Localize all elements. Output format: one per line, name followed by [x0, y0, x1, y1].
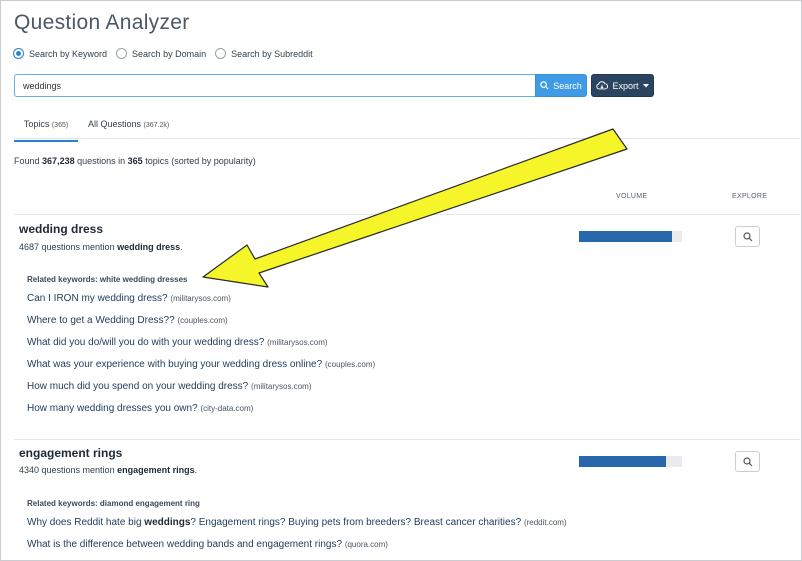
topic-name[interactable]: wedding dress: [19, 222, 103, 236]
question-list: Can I IRON my wedding dress? (militaryso…: [27, 292, 375, 424]
results-summary: Found 367,238 questions in 365 topics (s…: [14, 156, 256, 166]
radio-label: Search by Domain: [132, 48, 207, 59]
topic-mention: 4687 questions mention wedding dress.: [19, 242, 183, 252]
question-item[interactable]: How much did you spend on your wedding d…: [27, 380, 375, 402]
export-button[interactable]: Export: [591, 74, 654, 97]
question-item[interactable]: What did you do/will you do with your we…: [27, 336, 375, 358]
question-item[interactable]: What is the difference between wedding b…: [27, 538, 567, 560]
tab-count: (365): [51, 122, 69, 129]
related-keywords: Related keywords: diamond engagement rin…: [27, 499, 200, 508]
volume-bar: [579, 231, 682, 242]
search-button-label: Search: [553, 80, 582, 91]
export-button-label: Export: [612, 80, 639, 91]
column-header-volume: VOLUME: [616, 193, 648, 200]
search-icon: [540, 81, 549, 90]
question-domain: (militarysos.com): [251, 382, 312, 391]
caret-down-icon: [642, 83, 649, 88]
topic-name[interactable]: engagement rings: [19, 446, 122, 460]
search-button[interactable]: Search: [535, 74, 587, 97]
volume-bar-fill: [579, 231, 672, 242]
explore-button[interactable]: [735, 226, 760, 247]
page-title: Question Analyzer: [14, 11, 190, 34]
topic-count: 365: [127, 156, 143, 166]
question-domain: (reddit.com): [523, 518, 567, 527]
topic-mention: 4340 questions mention engagement rings.: [19, 465, 198, 475]
radio-search-by-subreddit[interactable]: Search by Subreddit: [215, 48, 313, 59]
question-domain: (couples.com): [324, 360, 376, 369]
result-tabs: Topics (365) All Questions (367.2k): [14, 113, 800, 142]
volume-bar: [579, 456, 682, 467]
search-icon: [742, 456, 753, 467]
search-input[interactable]: [14, 74, 535, 97]
question-domain: (militarysos.com): [267, 338, 328, 347]
tab-label: All Questions: [88, 119, 142, 129]
app-window: Question Analyzer Search by Keyword Sear…: [0, 0, 802, 561]
divider: [14, 214, 800, 215]
explore-button[interactable]: [735, 451, 760, 472]
question-count: 367,238: [42, 156, 75, 166]
question-item[interactable]: Why does Reddit hate big weddings? Engag…: [27, 516, 567, 538]
radio-checked-icon: [13, 48, 24, 59]
radio-unchecked-icon: [116, 48, 128, 59]
radio-search-by-domain[interactable]: Search by Domain: [116, 48, 206, 59]
related-keywords: Related keywords: white wedding dresses: [27, 275, 188, 284]
question-item[interactable]: Can I IRON my wedding dress? (militaryso…: [27, 292, 375, 314]
question-list: Why does Reddit hate big weddings? Engag…: [27, 516, 567, 560]
search-bar: Search Export: [14, 74, 654, 97]
search-mode-group: Search by Keyword Search by Domain Searc…: [13, 48, 313, 59]
question-domain: (couples.com): [177, 316, 228, 325]
column-header-explore: EXPLORE: [732, 193, 768, 200]
question-domain: (quora.com): [344, 540, 388, 549]
tab-topics[interactable]: Topics (365): [14, 119, 78, 142]
question-item[interactable]: What was your experience with buying you…: [27, 358, 375, 380]
tab-count: (367.2k): [143, 122, 170, 129]
question-item[interactable]: How many wedding dresses you own? (city-…: [27, 402, 375, 424]
volume-bar-fill: [579, 456, 666, 467]
question-domain: (militarysos.com): [170, 294, 231, 303]
radio-label: Search by Subreddit: [231, 48, 313, 59]
radio-unchecked-icon: [215, 48, 227, 59]
search-icon: [742, 231, 753, 242]
question-item[interactable]: Where to get a Wedding Dress?? (couples.…: [27, 314, 375, 336]
question-domain: (city-data.com): [200, 404, 254, 413]
divider: [14, 439, 800, 440]
radio-search-by-keyword[interactable]: Search by Keyword: [13, 48, 107, 59]
tab-all-questions[interactable]: All Questions (367.2k): [88, 119, 169, 129]
tab-label: Topics: [23, 119, 50, 129]
radio-label: Search by Keyword: [29, 48, 108, 59]
cloud-download-icon: [596, 81, 609, 90]
